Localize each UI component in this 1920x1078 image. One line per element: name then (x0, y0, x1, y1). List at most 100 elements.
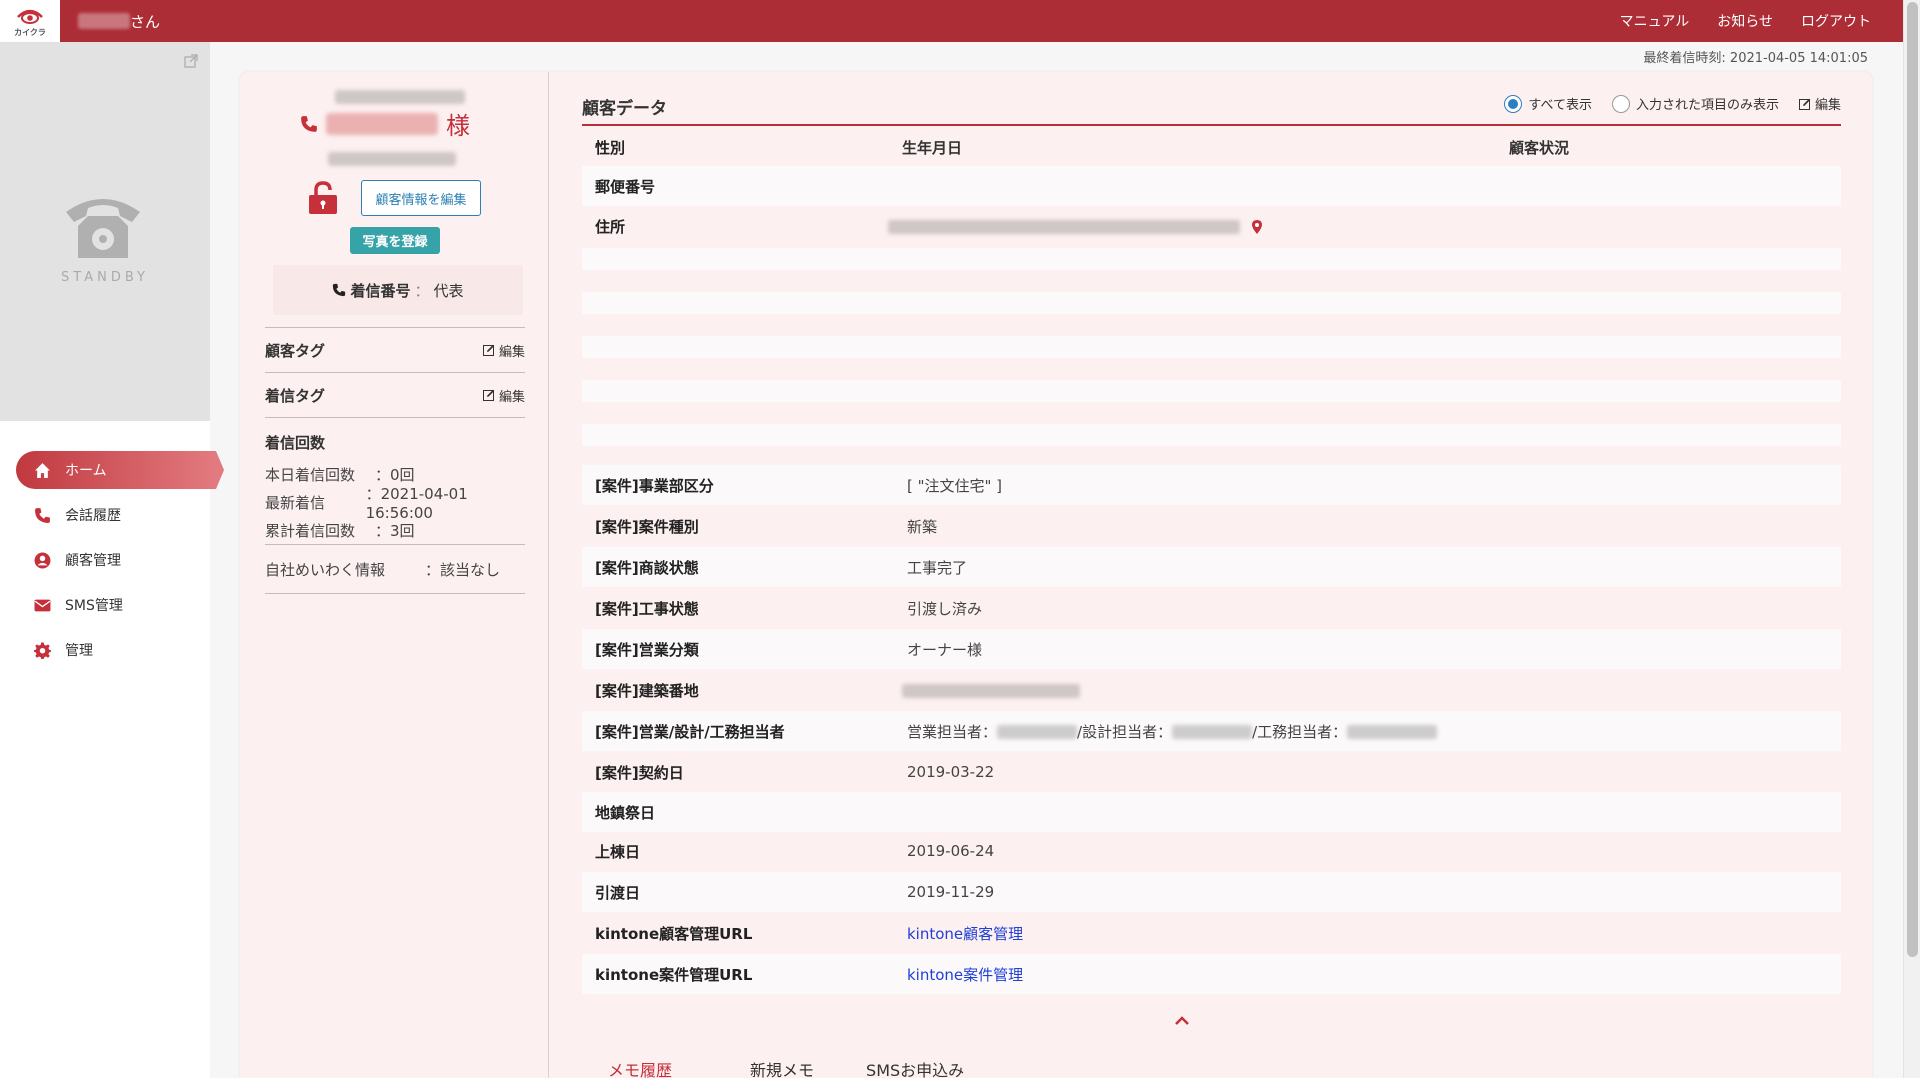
unlock-icon[interactable] (308, 181, 338, 215)
tab-memo-history[interactable]: メモ履歴 (582, 1057, 698, 1078)
design-staff-label: /設計担当者： (1077, 722, 1173, 741)
sidebar-item-history[interactable]: 会話履歴 (16, 496, 210, 534)
incoming-tag-row: 着信タグ 編集 (265, 372, 525, 417)
count-total-label: 累計着信回数 (265, 521, 356, 540)
kintone-customer-link[interactable]: kintone顧客管理 (907, 925, 1023, 943)
row-label: [案件]契約日 (595, 763, 684, 782)
incoming-tag-label: 着信タグ (265, 386, 326, 405)
row-value: kintone顧客管理 (907, 923, 1023, 944)
incoming-number-box: 着信番号 ： 代表 (273, 265, 523, 315)
sidebar-item-label: SMS管理 (65, 598, 123, 614)
row-value: 引渡し済み (907, 599, 983, 618)
row-value: 工事完了 (907, 558, 968, 577)
last-incoming-time: 最終着信時刻: 2021-04-05 14:01:05 (1643, 51, 1868, 66)
customer-summary-panel: 様 顧客情報を編集 写真を登録 着信番号 ： 代表 顧客タグ 編集 着信タグ 編… (240, 72, 549, 1078)
logout-link[interactable]: ログアウト (1801, 11, 1871, 31)
nuisance-info-label: 自社めいわく情報 (265, 560, 386, 579)
row-value: 新築 (907, 517, 938, 536)
incoming-number-label: 着信番号 (350, 281, 411, 300)
gender-label: 性別 (595, 138, 626, 157)
count-total-value: ：3回 (375, 521, 415, 540)
kintone-project-link[interactable]: kintone案件管理 (907, 966, 1023, 984)
data-row: kintone顧客管理URL kintone顧客管理 (582, 913, 1841, 953)
row-label: [案件]営業/設計/工務担当者 (595, 722, 785, 741)
data-row: [案件]工事状態 引渡し済み (582, 588, 1841, 628)
show-filled-radio[interactable]: 入力された項目のみ表示 (1611, 94, 1779, 113)
building-address-blurred (902, 683, 1080, 698)
external-window-icon[interactable] (184, 54, 198, 68)
edit-label: 編集 (1814, 98, 1841, 113)
phone-number-blurred (335, 90, 465, 104)
data-row: [案件]事業部区分 [ "注文住宅" ] (582, 465, 1841, 505)
address-row: 住所 (582, 206, 1841, 246)
data-row: 地鎮祭日 (582, 792, 1841, 832)
status-label: 顧客状況 (1509, 138, 1570, 157)
gear-icon (34, 642, 51, 659)
data-row: [案件]営業分類 オーナー様 (582, 629, 1841, 669)
header-row: 性別 生年月日 顧客状況 (582, 127, 1841, 167)
title-divider (582, 124, 1841, 126)
edit-label: 編集 (498, 389, 525, 405)
sidebar-item-label: 顧客管理 (65, 553, 121, 569)
map-pin-icon[interactable] (1251, 219, 1263, 234)
design-staff-blurred (1172, 725, 1253, 739)
row-label: kintone顧客管理URL (595, 924, 753, 943)
standby-panel: STANDBY (0, 42, 210, 421)
phone-icon (35, 507, 50, 523)
incoming-count-title: 着信回数 (265, 434, 326, 452)
customer-name-blurred (326, 112, 438, 135)
row-label: [案件]商談状態 (595, 558, 699, 577)
show-all-radio[interactable]: すべて表示 (1504, 94, 1592, 113)
row-label: [案件]事業部区分 (595, 476, 714, 495)
blank-row (582, 380, 1841, 402)
vertical-scrollbar[interactable] (1903, 0, 1920, 1078)
radio-off-icon (1611, 94, 1630, 113)
logo-text: カイクラ (14, 27, 46, 37)
register-photo-button[interactable]: 写真を登録 (350, 227, 440, 254)
incoming-tag-edit-button[interactable]: 編集 (482, 386, 525, 405)
sidebar-item-customers[interactable]: 顧客管理 (16, 541, 210, 579)
customer-data-edit-button[interactable]: 編集 (1798, 94, 1841, 113)
count-today-label: 本日着信回数 (265, 465, 356, 484)
sidebar-item-label: 管理 (65, 643, 93, 659)
birthday-label: 生年月日 (902, 138, 963, 157)
row-label: [案件]建築番地 (595, 681, 699, 700)
customer-tag-edit-button[interactable]: 編集 (482, 341, 525, 360)
data-row: [案件]案件種別 新築 (582, 506, 1841, 546)
chevron-up-icon[interactable] (1172, 1011, 1192, 1031)
address-label: 住所 (595, 217, 626, 236)
manual-link[interactable]: マニュアル (1620, 11, 1690, 31)
customer-tag-label: 顧客タグ (265, 341, 326, 360)
news-link[interactable]: お知らせ (1717, 11, 1773, 31)
telephone-icon (66, 199, 140, 258)
tab-sms-apply[interactable]: SMSお申込み (866, 1057, 964, 1078)
sidebar-item-label: ホーム (65, 463, 107, 479)
data-row: 上棟日 2019-06-24 (582, 831, 1841, 871)
sidebar-item-home[interactable]: ホーム (16, 451, 224, 489)
blank-row (582, 336, 1841, 358)
scrollbar-thumb[interactable] (1907, 2, 1918, 957)
show-filled-label: 入力された項目のみ表示 (1635, 98, 1779, 113)
edit-customer-button[interactable]: 顧客情報を編集 (361, 180, 481, 216)
row-label: 地鎮祭日 (595, 803, 656, 822)
sidebar-item-sms[interactable]: SMS管理 (16, 586, 210, 624)
row-value: 2019-11-29 (907, 883, 995, 901)
standby-label: STANDBY (61, 270, 149, 285)
works-staff-label: /工務担当者： (1252, 722, 1348, 741)
sales-staff-blurred (997, 725, 1078, 739)
count-today-value: ：0回 (375, 465, 415, 484)
count-latest-label: 最新着信 (265, 493, 326, 512)
tab-new-memo[interactable]: 新規メモ (750, 1057, 814, 1078)
sidebar-item-admin[interactable]: 管理 (16, 631, 210, 669)
top-nav: マニュアル お知らせ ログアウト (1620, 0, 1871, 42)
top-bar: カイクラ さん マニュアル お知らせ ログアウト (0, 0, 1903, 42)
customer-data-title: 顧客データ (582, 99, 667, 119)
row-label: kintone案件管理URL (595, 965, 753, 984)
row-label: [案件]工事状態 (595, 599, 699, 618)
data-row: [案件]商談状態 工事完了 (582, 547, 1841, 587)
app-logo[interactable]: カイクラ (0, 0, 60, 42)
row-value: 2019-03-22 (907, 763, 995, 781)
postal-label: 郵便番号 (595, 177, 656, 196)
incoming-count-box: 着信回数 本日着信回数 ：0回 最新着信 ：2021-04-01 16:56:0… (265, 417, 525, 544)
row-value: kintone案件管理 (907, 964, 1023, 985)
